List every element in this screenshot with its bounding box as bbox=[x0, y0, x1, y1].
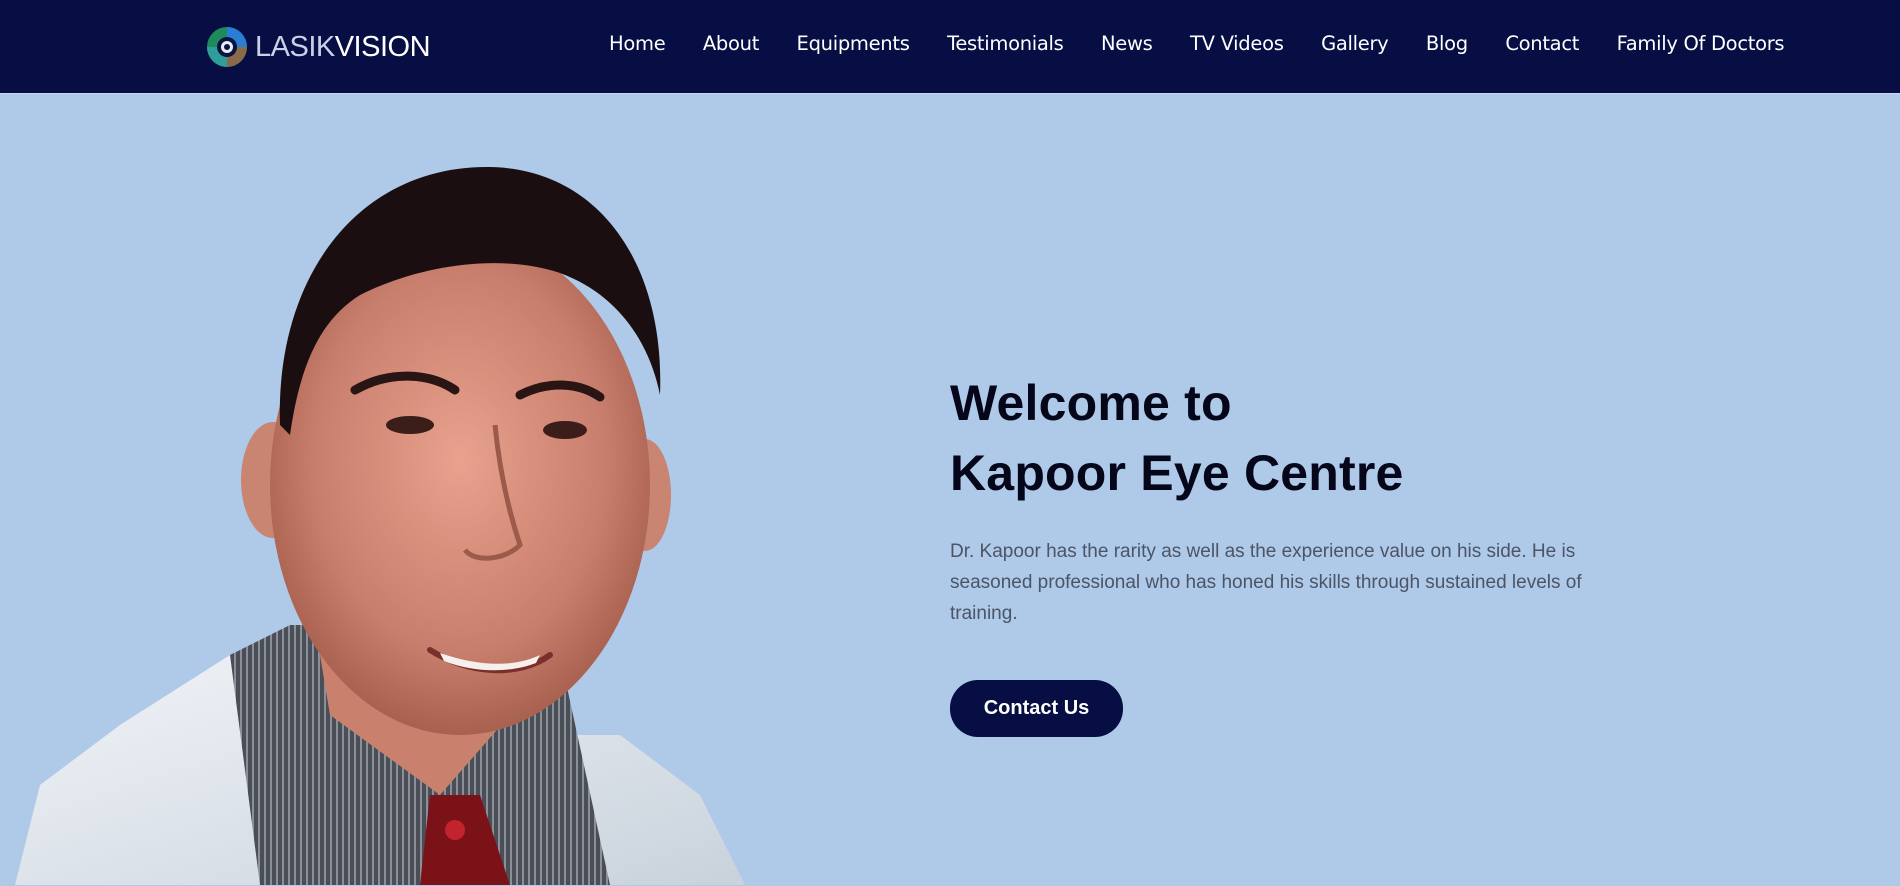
nav-home[interactable]: Home bbox=[609, 32, 666, 55]
nav-blog[interactable]: Blog bbox=[1426, 32, 1468, 55]
nav-equipments[interactable]: Equipments bbox=[797, 32, 910, 55]
contact-us-button[interactable]: Contact Us bbox=[950, 680, 1123, 737]
nav-tv-videos[interactable]: TV Videos bbox=[1190, 32, 1284, 55]
hero-content: Welcome to Kapoor Eye Centre Dr. Kapoor … bbox=[950, 368, 1630, 737]
site-header: LASIKVISION Home About Equipments Testim… bbox=[0, 0, 1900, 94]
nav-news[interactable]: News bbox=[1101, 32, 1153, 55]
eye-logo-icon bbox=[207, 27, 247, 67]
nav-testimonials[interactable]: Testimonials bbox=[947, 32, 1064, 55]
main-nav: Home About Equipments Testimonials News … bbox=[609, 32, 1785, 55]
hero-title-line1: Welcome to bbox=[950, 375, 1232, 431]
hero-description: Dr. Kapoor has the rarity as well as the… bbox=[950, 541, 1582, 624]
nav-family-of-doctors[interactable]: Family Of Doctors bbox=[1617, 32, 1785, 55]
site-logo[interactable]: LASIKVISION bbox=[205, 22, 431, 72]
logo-text: LASIKVISION bbox=[255, 30, 431, 63]
hero-title-line2: Kapoor Eye Centre bbox=[950, 445, 1404, 501]
nav-gallery[interactable]: Gallery bbox=[1321, 32, 1389, 55]
nav-about[interactable]: About bbox=[703, 32, 759, 55]
doctor-portrait-illustration bbox=[15, 166, 745, 885]
nav-contact[interactable]: Contact bbox=[1505, 32, 1579, 55]
doctor-portrait bbox=[0, 95, 800, 886]
hero-title: Welcome to Kapoor Eye Centre bbox=[950, 368, 1630, 508]
